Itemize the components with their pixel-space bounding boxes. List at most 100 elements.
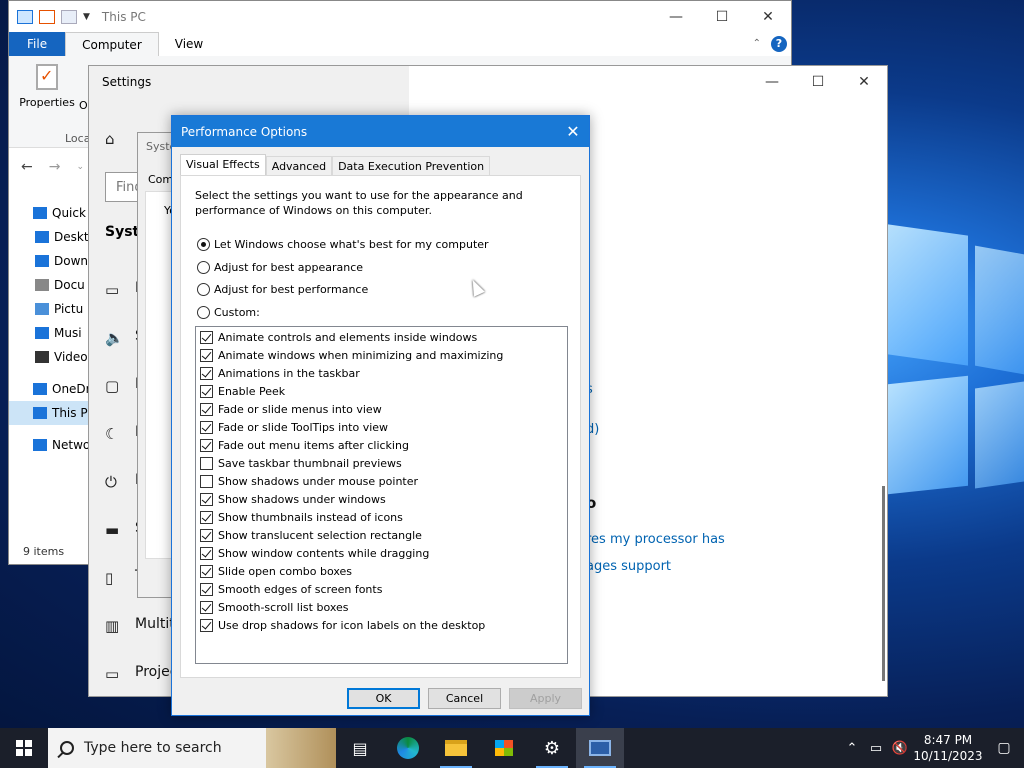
- radio-button[interactable]: [197, 237, 210, 251]
- tablet-icon[interactable]: ▯: [105, 569, 123, 587]
- minimize-button[interactable]: —: [653, 1, 699, 32]
- sidebar-item[interactable]: OneDri: [9, 377, 89, 401]
- effect-list-item[interactable]: Show translucent selection rectangle: [196, 526, 567, 544]
- effect-checkbox[interactable]: [200, 420, 213, 434]
- radio-best-performance[interactable]: Adjust for best performance: [197, 281, 368, 297]
- effect-list-item[interactable]: Show shadows under windows: [196, 490, 567, 508]
- task-view-icon[interactable]: ▤: [336, 728, 384, 768]
- effect-checkbox[interactable]: [200, 474, 213, 488]
- sidebar-item[interactable]: Pictu: [9, 297, 89, 321]
- settings-nav-item[interactable]: Multit: [135, 616, 175, 632]
- radio-let-windows-choose[interactable]: Let Windows choose what's best for my co…: [197, 236, 489, 252]
- effect-checkbox[interactable]: [200, 330, 213, 344]
- sidebar-item[interactable]: Docu: [9, 273, 89, 297]
- close-button[interactable]: ✕: [841, 66, 887, 98]
- tab-view[interactable]: View: [159, 32, 219, 56]
- effect-list-item[interactable]: Animate controls and elements inside win…: [196, 328, 567, 346]
- tab-computer-name[interactable]: Com: [148, 173, 173, 186]
- sidebar-item[interactable]: Video: [9, 345, 89, 369]
- effect-list-item[interactable]: Show thumbnails instead of icons: [196, 508, 567, 526]
- effect-checkbox[interactable]: [200, 492, 213, 506]
- maximize-button[interactable]: ☐: [699, 1, 745, 32]
- effect-checkbox[interactable]: [200, 510, 213, 524]
- effect-list-item[interactable]: Animate windows when minimizing and maxi…: [196, 346, 567, 364]
- back-arrow-icon[interactable]: ←: [21, 159, 33, 175]
- effect-checkbox[interactable]: [200, 528, 213, 542]
- settings-scrollbar[interactable]: [882, 486, 885, 681]
- effect-checkbox[interactable]: [200, 618, 213, 632]
- forward-arrow-icon[interactable]: →: [49, 159, 61, 175]
- sidebar-item[interactable]: Quick a: [9, 201, 89, 225]
- effect-checkbox[interactable]: [200, 402, 213, 416]
- properties-button[interactable]: Properties: [17, 64, 77, 109]
- ribbon-collapse-icon[interactable]: ⌃: [743, 32, 771, 56]
- sidebar-item[interactable]: Down: [9, 249, 89, 273]
- help-icon[interactable]: ?: [771, 36, 787, 52]
- cancel-button[interactable]: Cancel: [428, 688, 501, 709]
- effect-list-item[interactable]: Show shadows under mouse pointer: [196, 472, 567, 490]
- processor-features-link[interactable]: res my processor has: [586, 532, 725, 547]
- effects-list[interactable]: Animate controls and elements inside win…: [195, 326, 568, 664]
- close-button[interactable]: ✕: [745, 1, 791, 32]
- effect-list-item[interactable]: Use drop shadows for icon labels on the …: [196, 616, 567, 634]
- projector-icon[interactable]: ▭: [105, 665, 123, 683]
- power-icon[interactable]: ⏻: [105, 473, 123, 491]
- sound-icon[interactable]: 🔈: [105, 329, 124, 347]
- sidebar-item[interactable]: This PC: [9, 401, 89, 425]
- notification-center-icon[interactable]: ▢: [984, 740, 1024, 756]
- network-status-icon[interactable]: ▭: [864, 741, 888, 756]
- sidebar-item[interactable]: Musi: [9, 321, 89, 345]
- tab-visual-effects[interactable]: Visual Effects: [180, 154, 266, 176]
- tab-computer[interactable]: Computer: [65, 32, 159, 56]
- apply-button[interactable]: Apply: [509, 688, 582, 709]
- tab-file[interactable]: File: [9, 32, 66, 56]
- new-folder-icon[interactable]: [61, 9, 77, 24]
- home-icon[interactable]: ⌂: [105, 130, 123, 148]
- radio-custom[interactable]: Custom:: [197, 304, 260, 320]
- effect-list-item[interactable]: Enable Peek: [196, 382, 567, 400]
- ok-button[interactable]: OK: [347, 688, 420, 709]
- effect-checkbox[interactable]: [200, 600, 213, 614]
- chevron-down-icon[interactable]: ▼: [83, 12, 90, 22]
- effect-checkbox[interactable]: [200, 438, 213, 452]
- properties-icon[interactable]: [39, 9, 55, 24]
- minimize-button[interactable]: —: [749, 66, 795, 98]
- radio-button[interactable]: [197, 260, 210, 274]
- sidebar-item[interactable]: Netwo: [9, 433, 89, 457]
- effect-list-item[interactable]: Smooth-scroll list boxes: [196, 598, 567, 616]
- monitor-icon[interactable]: ▭: [105, 281, 123, 299]
- radio-button[interactable]: [197, 282, 210, 296]
- effect-list-item[interactable]: Animations in the taskbar: [196, 364, 567, 382]
- multitasking-icon[interactable]: ▥: [105, 617, 123, 635]
- battery-icon[interactable]: ▬: [105, 521, 123, 539]
- dialog-title-bar[interactable]: Performance Options ✕: [172, 116, 589, 147]
- clock[interactable]: 8:47 PM 10/11/2023: [912, 732, 984, 764]
- notification-icon[interactable]: ▢: [105, 377, 123, 395]
- effect-list-item[interactable]: Slide open combo boxes: [196, 562, 567, 580]
- chevron-up-icon[interactable]: ⌃: [840, 741, 864, 756]
- tab-data-execution-prevention[interactable]: Data Execution Prevention: [332, 156, 491, 176]
- start-button[interactable]: [0, 728, 48, 768]
- file-explorer-icon[interactable]: [432, 728, 480, 768]
- effect-list-item[interactable]: Show window contents while dragging: [196, 544, 567, 562]
- edge-browser-icon[interactable]: [384, 728, 432, 768]
- effect-checkbox[interactable]: [200, 564, 213, 578]
- close-icon[interactable]: ✕: [557, 116, 589, 147]
- system-properties-icon[interactable]: [576, 728, 624, 768]
- effect-list-item[interactable]: Smooth edges of screen fonts: [196, 580, 567, 598]
- effect-list-item[interactable]: Fade or slide menus into view: [196, 400, 567, 418]
- effect-list-item[interactable]: Fade out menu items after clicking: [196, 436, 567, 454]
- effect-checkbox[interactable]: [200, 348, 213, 362]
- effect-checkbox[interactable]: [200, 366, 213, 380]
- effect-checkbox[interactable]: [200, 582, 213, 596]
- store-icon[interactable]: [480, 728, 528, 768]
- effect-checkbox[interactable]: [200, 546, 213, 560]
- effect-list-item[interactable]: Save taskbar thumbnail previews: [196, 454, 567, 472]
- radio-best-appearance[interactable]: Adjust for best appearance: [197, 259, 363, 275]
- maximize-button[interactable]: ☐: [795, 66, 841, 98]
- volume-muted-icon[interactable]: 🔇: [888, 741, 912, 756]
- settings-gear-icon[interactable]: ⚙: [528, 728, 576, 768]
- sidebar-item[interactable]: Deskt: [9, 225, 89, 249]
- radio-button[interactable]: [197, 305, 210, 319]
- moon-icon[interactable]: ☾: [105, 425, 123, 443]
